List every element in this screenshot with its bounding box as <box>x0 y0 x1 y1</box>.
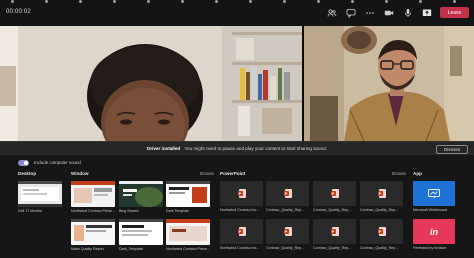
share-tray: Include computer sound Desktop Window Br… <box>0 155 474 258</box>
powerpoint-icon <box>377 189 386 198</box>
powerpoint-file-tile[interactable] <box>266 181 309 206</box>
section-title-desktop: Desktop <box>18 171 37 176</box>
camera-icon[interactable] <box>384 8 394 18</box>
whiteboard-app-label: Microsoft Whiteboard <box>413 208 447 212</box>
powerpoint-icon <box>330 189 339 198</box>
call-top-bar: 00:00:02 Leave <box>0 0 474 26</box>
participant-video-left <box>0 26 302 141</box>
powerpoint-file-tile[interactable] <box>360 181 403 206</box>
window-thumb[interactable] <box>166 219 210 245</box>
powerpoint-file-label: Contoso_Quality_Rep... <box>360 246 399 250</box>
powerpoint-browse-link[interactable]: Browse <box>392 171 406 176</box>
powerpoint-file-label: Northwind Contoso Inc... <box>220 246 260 250</box>
powerpoint-file-tile[interactable] <box>313 219 356 244</box>
powerpoint-file-tile[interactable] <box>360 219 403 244</box>
chat-icon[interactable] <box>346 8 356 18</box>
window-browse-link[interactable]: Browse <box>200 171 214 176</box>
window-label: Northwind Contoso Prese... <box>166 247 210 251</box>
window-thumb[interactable] <box>71 219 115 245</box>
window-label: Dark_Template <box>119 247 144 251</box>
powerpoint-icon <box>237 227 246 236</box>
participant-video-right <box>304 26 474 141</box>
dismiss-button[interactable]: Dismiss <box>436 145 468 154</box>
window-thumb[interactable] <box>119 219 163 245</box>
freehand-app-label: Freehand by Invision <box>413 246 447 250</box>
powerpoint-icon <box>377 227 386 236</box>
banner-text: Driver installed You might need to pause… <box>0 146 474 151</box>
desktop-screen-label: Dell 17 Monitor <box>18 209 43 213</box>
mic-icon[interactable] <box>403 8 413 18</box>
share-tray-icon[interactable] <box>422 8 432 18</box>
invision-logo-icon: in <box>430 226 438 237</box>
powerpoint-file-label: Contoso_Quality_Rep... <box>266 208 305 212</box>
window-thumb[interactable] <box>166 181 210 207</box>
window-drag-strip[interactable] <box>0 0 474 4</box>
powerpoint-file-label: Contoso_Quality_Rep... <box>313 208 352 212</box>
call-timer: 00:00:02 <box>6 9 31 15</box>
powerpoint-icon <box>283 189 292 198</box>
section-title-powerpoint: PowerPoint <box>220 171 246 176</box>
window-label: Bing Search <box>119 209 139 213</box>
banner-title: Driver installed <box>147 146 181 151</box>
powerpoint-file-label: Contoso_Quality_Rep... <box>266 246 305 250</box>
window-label: Northwind Contoso Prese... <box>71 209 115 213</box>
section-title-app: App <box>413 171 422 176</box>
powerpoint-icon <box>283 227 292 236</box>
window-thumb[interactable] <box>71 181 115 207</box>
whiteboard-icon <box>428 188 440 198</box>
section-title-window: Window <box>71 171 89 176</box>
include-sound-label: Include computer sound <box>34 160 81 165</box>
participants-icon[interactable] <box>327 8 337 18</box>
driver-installed-banner: Driver installed You might need to pause… <box>0 141 474 155</box>
powerpoint-file-label: Contoso_Quality_Rep... <box>360 208 399 212</box>
more-icon[interactable] <box>365 8 375 18</box>
window-label: Dark Template <box>166 209 190 213</box>
powerpoint-file-label: Contoso_Quality_Rep... <box>313 246 352 250</box>
include-sound-toggle[interactable] <box>18 159 29 166</box>
banner-message: You might need to pause and play your co… <box>184 146 327 151</box>
powerpoint-file-tile[interactable] <box>313 181 356 206</box>
powerpoint-file-tile[interactable] <box>220 219 263 244</box>
window-label: Make Quality Report <box>71 247 104 251</box>
leave-call-button[interactable]: Leave <box>440 7 469 18</box>
powerpoint-file-label: Northwind Contoso Inc... <box>220 208 260 212</box>
powerpoint-file-tile[interactable] <box>266 219 309 244</box>
powerpoint-icon <box>237 189 246 198</box>
window-thumb[interactable] <box>119 181 163 207</box>
whiteboard-app-tile[interactable] <box>413 181 455 206</box>
powerpoint-file-tile[interactable] <box>220 181 263 206</box>
powerpoint-icon <box>330 227 339 236</box>
freehand-app-tile[interactable]: in <box>413 219 455 244</box>
desktop-screen-thumb[interactable] <box>18 181 62 207</box>
